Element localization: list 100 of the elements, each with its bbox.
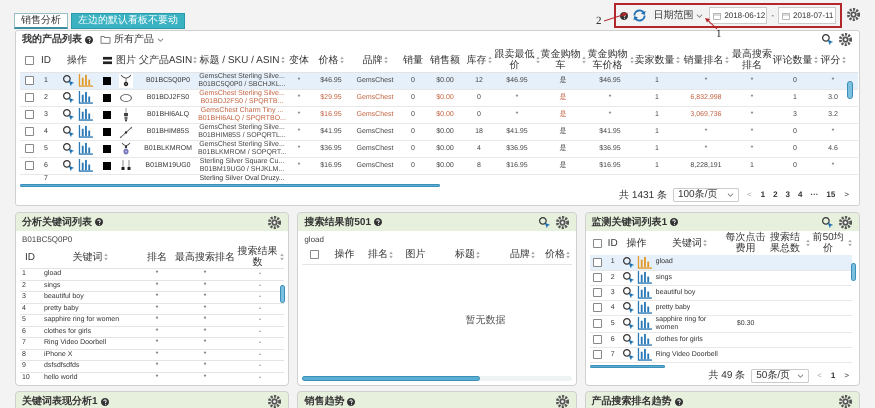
sort-icon[interactable] — [566, 250, 570, 259]
sort-icon[interactable] — [476, 250, 480, 259]
checkbox[interactable] — [24, 110, 34, 120]
bar-chart-icon[interactable] — [636, 271, 652, 284]
settings-icon[interactable] — [554, 394, 570, 408]
checkbox[interactable] — [593, 334, 602, 344]
checkbox[interactable] — [24, 56, 34, 64]
page-link[interactable]: ··· — [809, 189, 820, 202]
sort-icon[interactable] — [530, 250, 535, 259]
search-icon[interactable] — [622, 271, 635, 284]
checkbox[interactable] — [24, 144, 34, 154]
checkbox[interactable] — [24, 161, 34, 170]
settings-icon[interactable] — [838, 32, 853, 48]
sort-icon[interactable] — [104, 253, 108, 261]
date-field[interactable]: 2018-06-12 — [709, 7, 768, 24]
sort-icon[interactable] — [280, 253, 284, 261]
checkbox[interactable] — [24, 127, 34, 136]
sort-icon[interactable] — [388, 250, 393, 259]
next-page[interactable]: > — [842, 370, 851, 382]
settings-icon[interactable] — [267, 214, 282, 230]
page-size-select[interactable]: 100条/页 — [672, 188, 739, 202]
bar-chart-icon[interactable] — [636, 301, 652, 314]
page-size-select[interactable]: 50条/页 — [751, 368, 810, 382]
settings-icon[interactable] — [838, 394, 853, 408]
bar-chart-icon[interactable] — [78, 125, 92, 138]
search-icon[interactable] — [62, 108, 74, 122]
sort-icon[interactable] — [848, 239, 852, 247]
sort-icon[interactable] — [842, 56, 846, 64]
next-page[interactable]: > — [842, 189, 851, 202]
search-icon[interactable] — [622, 256, 635, 269]
page-link[interactable]: 2 — [772, 189, 779, 202]
page-link[interactable]: 3 — [784, 189, 791, 202]
help-icon[interactable] — [95, 218, 103, 226]
search-icon[interactable] — [622, 348, 635, 361]
search-icon[interactable] — [62, 159, 74, 172]
search-icon[interactable] — [622, 301, 635, 314]
sort-icon[interactable] — [814, 56, 818, 64]
page-link[interactable]: 15 — [825, 189, 836, 202]
bar-chart-icon[interactable] — [636, 348, 652, 361]
bar-chart-icon[interactable] — [78, 108, 92, 122]
checkbox[interactable] — [593, 258, 602, 267]
search-icon[interactable] — [62, 91, 74, 104]
help-icon[interactable] — [100, 398, 109, 406]
sort-icon[interactable] — [340, 56, 344, 64]
page-link[interactable]: 4 — [796, 189, 804, 202]
scrollbar-thumb[interactable] — [590, 364, 665, 368]
checkbox[interactable] — [593, 350, 602, 359]
settings-icon[interactable] — [838, 214, 853, 230]
sort-icon[interactable] — [488, 56, 492, 64]
scrollbar-thumb[interactable] — [280, 285, 286, 303]
search-icon[interactable] — [622, 286, 635, 299]
search-icon[interactable] — [62, 74, 74, 88]
date-field[interactable]: 2018-07-11 — [778, 7, 836, 24]
sort-icon[interactable] — [806, 239, 810, 247]
checkbox[interactable] — [593, 288, 602, 297]
search-icon[interactable] — [622, 333, 635, 346]
settings-icon[interactable] — [554, 214, 570, 230]
checkbox[interactable] — [24, 93, 34, 102]
search-icon[interactable] — [821, 216, 834, 228]
search-icon[interactable] — [622, 317, 635, 330]
scrollbar-thumb[interactable] — [20, 184, 440, 188]
bar-chart-icon[interactable] — [636, 286, 652, 299]
sort-icon[interactable] — [724, 56, 728, 64]
sort-icon[interactable] — [630, 56, 634, 64]
tab[interactable]: 销售分析 — [14, 13, 68, 29]
bar-chart-icon[interactable] — [78, 142, 92, 156]
sort-icon[interactable] — [536, 56, 540, 64]
sort-icon[interactable] — [582, 56, 586, 64]
bar-chart-icon[interactable] — [78, 91, 92, 104]
checkbox[interactable] — [593, 272, 602, 282]
filter-select[interactable]: 所有产品 — [100, 32, 164, 48]
checkbox[interactable] — [593, 238, 602, 248]
search-icon[interactable] — [62, 125, 74, 138]
checkbox[interactable] — [593, 302, 602, 312]
bar-chart-icon[interactable] — [636, 317, 652, 330]
help-icon[interactable] — [374, 218, 382, 226]
page-link[interactable]: 1 — [760, 189, 766, 202]
settings-icon[interactable] — [267, 394, 282, 408]
checkbox[interactable] — [310, 250, 319, 260]
checkbox[interactable] — [593, 318, 602, 328]
sort-icon[interactable] — [676, 56, 680, 64]
search-icon[interactable] — [62, 142, 74, 156]
scrollbar-thumb[interactable] — [302, 376, 480, 381]
sort-icon[interactable] — [384, 56, 388, 64]
date-range-select[interactable]: 日期范围 — [651, 8, 706, 23]
bar-chart-icon[interactable] — [636, 333, 652, 346]
help-icon[interactable] — [670, 218, 678, 226]
refresh-icon[interactable] — [632, 8, 648, 23]
help-icon[interactable] — [85, 36, 93, 44]
help-icon[interactable] — [674, 398, 683, 406]
sort-icon[interactable] — [703, 239, 708, 247]
scrollbar-thumb[interactable] — [851, 263, 856, 281]
checkbox[interactable] — [24, 76, 34, 86]
scrollbar-thumb[interactable] — [847, 81, 853, 99]
settings-icon[interactable] — [846, 7, 861, 22]
bar-chart-icon[interactable] — [78, 159, 92, 172]
help-icon[interactable] — [347, 398, 356, 406]
search-icon[interactable] — [538, 216, 551, 228]
sort-icon[interactable] — [280, 56, 285, 64]
search-icon[interactable] — [821, 33, 834, 46]
